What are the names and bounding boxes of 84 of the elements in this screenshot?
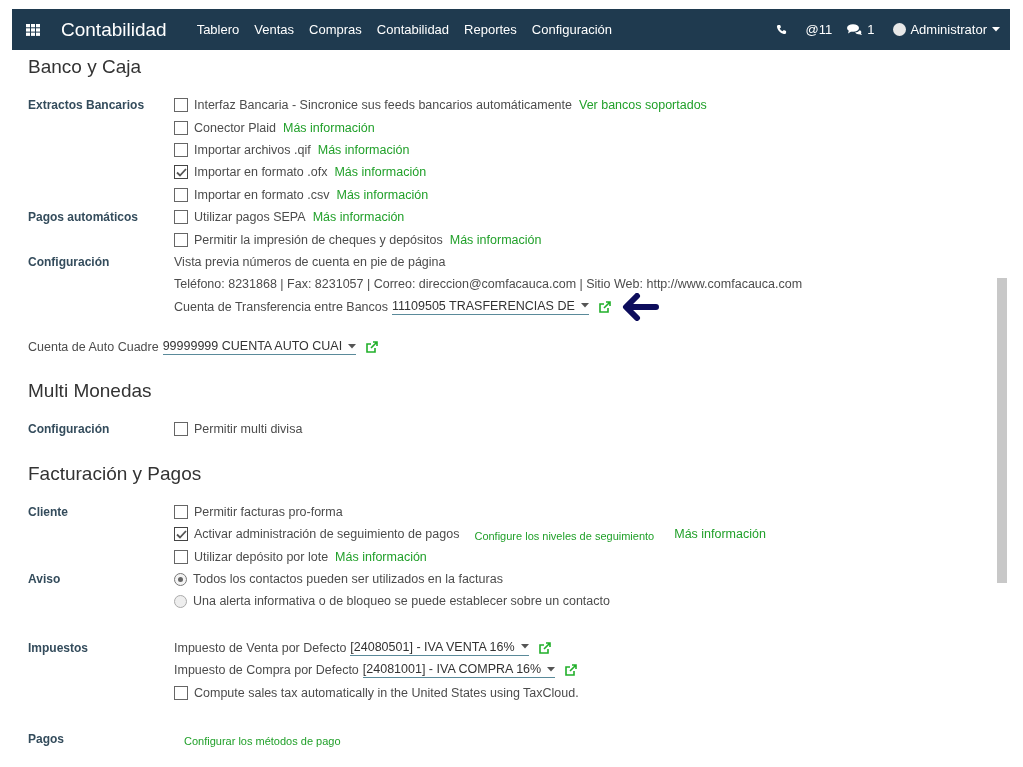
info-text: Vista previa números de cuenta en pie de página — [174, 254, 446, 269]
radio-label: Una alerta informativa o de bloqueo se puede establecer sobre un contacto — [193, 594, 610, 609]
checkbox-label: Importar archivos .qif — [194, 142, 311, 157]
menu-item[interactable]: Compras — [309, 22, 362, 37]
app-title: Contabilidad — [61, 18, 167, 41]
dropdown-field[interactable]: 99999999 CUENTA AUTO CUAI — [162, 339, 357, 356]
dropdown-field[interactable]: 11109505 TRASFERENCIAS DE — [392, 298, 589, 315]
checkbox-label: Activar administración de seguimiento de pagos — [194, 527, 460, 542]
checkbox[interactable] — [174, 120, 188, 135]
caret-icon[interactable] — [348, 343, 357, 349]
section-title: Facturación y Pagos — [28, 462, 203, 485]
section-title: Banco y Caja — [28, 56, 142, 78]
menu-item[interactable]: Ventas — [254, 22, 295, 37]
external-link-icon[interactable] — [565, 664, 578, 677]
info-link[interactable]: Más información — [317, 142, 410, 157]
field-label: Configuración — [28, 254, 110, 269]
field-label: Impuesto de Compra por Defecto — [174, 663, 359, 678]
checkbox-label: Permitir facturas pro-forma — [194, 504, 343, 519]
checkbox-label: Importar en formato .csv — [194, 187, 330, 202]
menu-item[interactable]: Reportes — [464, 22, 517, 37]
dropdown-field[interactable]: [24080501] - IVA VENTA 16% — [350, 639, 529, 656]
mentions-counter[interactable]: @11 — [805, 22, 833, 37]
checkbox-label: Interfaz Bancaria - Sincronice sus feeds bancarios automáticamente — [194, 98, 572, 113]
menu-item[interactable]: Tablero — [196, 22, 240, 37]
scrollbar-thumb[interactable] — [997, 278, 1007, 583]
info-link[interactable]: Más información — [283, 120, 375, 135]
external-link-icon[interactable] — [538, 641, 551, 654]
radio-button[interactable] — [174, 594, 187, 608]
phone-icon[interactable] — [776, 24, 788, 35]
radio-label: Todos los contactos pueden ser utilizados en la facturas — [193, 572, 503, 587]
checkbox-label: Conector Plaid — [194, 120, 276, 135]
checkbox[interactable] — [174, 527, 188, 542]
checkbox-label: Utilizar pagos SEPA — [194, 210, 306, 225]
checkbox[interactable] — [174, 422, 188, 437]
section-title: Multi Monedas — [28, 380, 153, 403]
checkbox[interactable] — [174, 685, 188, 700]
info-link[interactable]: Más información — [312, 210, 405, 225]
caret-icon[interactable] — [547, 666, 556, 672]
field-label: Pagos automáticos — [28, 209, 139, 224]
info-link[interactable]: Ver bancos soportados — [579, 98, 707, 113]
checkbox[interactable] — [174, 232, 188, 247]
info-link[interactable]: Más información — [335, 549, 427, 564]
field-label: Configuración — [28, 422, 110, 437]
checkbox[interactable] — [174, 210, 188, 225]
info-link[interactable]: Más información — [674, 527, 766, 542]
menu-item[interactable]: Configuración — [531, 22, 613, 37]
menu-item[interactable]: Contabilidad — [376, 22, 450, 37]
checkbox[interactable] — [174, 187, 188, 202]
avatar-icon[interactable] — [893, 23, 907, 36]
field-label: Cuenta de Auto Cuadre — [28, 340, 159, 355]
field-label: Aviso — [28, 571, 61, 586]
field-label: Impuestos — [28, 640, 88, 655]
caret-icon[interactable] — [992, 27, 1000, 32]
info-link[interactable]: Más información — [336, 187, 429, 202]
caret-icon[interactable] — [580, 303, 589, 309]
checkbox-label: Importar en formato .ofx — [194, 165, 328, 180]
checkbox-label: Compute sales tax automatically in the United States using TaxCloud. — [194, 685, 579, 700]
checkbox[interactable] — [174, 142, 188, 157]
field-label: Cliente — [28, 504, 68, 519]
checkbox[interactable] — [174, 549, 188, 564]
field-label: Impuesto de Venta por Defecto — [174, 640, 347, 655]
apps-grid-icon[interactable] — [26, 23, 40, 36]
user-menu[interactable]: Administrator — [910, 22, 987, 37]
field-label: Extractos Bancarios — [28, 98, 145, 112]
info-text: Teléfono: 8231868 | Fax: 8231057 | Correo: direccion@comfacauca.com | Sitio Web: http://www.comfacauca.com — [174, 277, 803, 292]
caret-icon[interactable] — [520, 644, 529, 650]
info-link[interactable]: Configure los niveles de seguimiento — [474, 530, 655, 543]
info-link[interactable]: Más información — [334, 165, 427, 180]
external-link-icon[interactable] — [366, 341, 379, 354]
info-link[interactable]: Más información — [449, 232, 542, 247]
checkbox[interactable] — [174, 504, 188, 519]
field-label: Cuenta de Transferencia entre Bancos — [174, 299, 389, 314]
config-link[interactable]: Configurar los métodos de pago — [184, 735, 341, 747]
field-label: Pagos — [28, 731, 64, 746]
checkbox[interactable] — [174, 165, 188, 180]
radio-button[interactable] — [174, 572, 187, 586]
messages-counter[interactable]: 1 — [867, 22, 875, 37]
checkbox-label: Permitir multi divisa — [194, 422, 303, 437]
checkbox-label: Permitir la impresión de cheques y depósitos — [194, 232, 443, 247]
chat-icon[interactable] — [847, 24, 863, 35]
checkbox[interactable] — [174, 98, 188, 113]
checkbox-label: Utilizar depósito por lote — [194, 549, 329, 564]
external-link-icon[interactable] — [598, 300, 611, 313]
dropdown-field[interactable]: [24081001] - IVA COMPRA 16% — [362, 662, 556, 679]
